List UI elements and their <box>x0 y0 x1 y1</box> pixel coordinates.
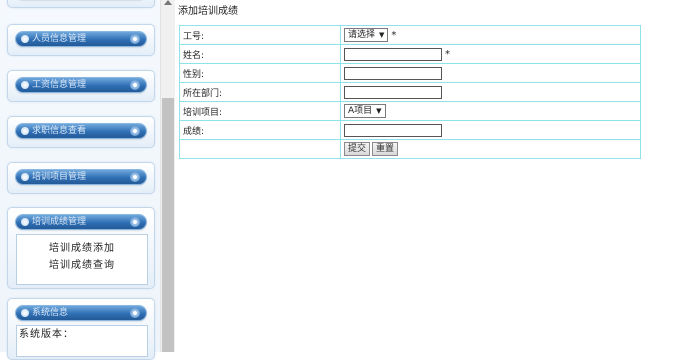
toggle-icon[interactable] <box>130 126 140 136</box>
menu-block-training-score: 培训成绩管理 培训成绩添加 培训成绩查询 <box>7 207 155 289</box>
bullet-icon <box>21 173 29 181</box>
form-row-project: 培训项目: A项目 ▼ <box>179 101 641 121</box>
toggle-icon[interactable] <box>130 34 140 44</box>
reset-button[interactable]: 重置 <box>372 142 399 156</box>
menu-block-salary: 工资信息管理 <box>7 70 155 102</box>
page-title: 添加培训成绩 <box>178 6 238 17</box>
employee-id-select[interactable]: 请选择 ▼ <box>344 28 389 42</box>
submenu-panel: 培训成绩添加 培训成绩查询 <box>16 234 148 285</box>
employee-id-label: 工号: <box>179 25 341 45</box>
toggle-icon[interactable] <box>130 80 140 90</box>
toggle-icon[interactable] <box>130 308 140 318</box>
menu-block-system-info: 系统信息 系统版本： <box>7 298 155 360</box>
form-row-name: 姓名: * <box>179 44 641 64</box>
submit-button[interactable]: 提交 <box>344 142 371 156</box>
submenu-item-query-score[interactable]: 培训成绩查询 <box>17 257 147 274</box>
bullet-icon <box>21 35 29 43</box>
project-select-value: A项目 <box>348 106 373 116</box>
name-cell: * <box>340 44 641 64</box>
scroll-up-arrow-icon[interactable] <box>164 0 172 5</box>
form-row-department: 所在部门: <box>179 82 641 102</box>
menu-button-jobseeker[interactable]: 求职信息查看 <box>16 124 146 138</box>
menu-button-personnel[interactable]: 人员信息管理 <box>16 32 146 46</box>
menu-label: 培训项目管理 <box>32 172 87 182</box>
menu-label: 培训成绩管理 <box>32 217 87 227</box>
menu-button-salary[interactable]: 工资信息管理 <box>16 78 146 92</box>
sidebar-scrollbar[interactable] <box>160 0 175 352</box>
submenu-item-add-score[interactable]: 培训成绩添加 <box>17 240 147 257</box>
menu-block-personnel: 人员信息管理 <box>7 24 155 56</box>
menu-block-jobseeker: 求职信息查看 <box>7 116 155 148</box>
system-version-label: 系统版本： <box>19 329 74 340</box>
gender-label: 性别: <box>179 63 341 83</box>
sidebar: 人员信息管理 工资信息管理 求职信息查看 培训项目管理 培训成绩管理 培训成绩添… <box>0 0 160 360</box>
bullet-icon <box>21 127 29 135</box>
department-label: 所在部门: <box>179 82 341 102</box>
score-form-table: 工号: 请选择▼ * 姓名: * 性别: 所在部门: 培训项目: A项目▼ <box>179 25 641 159</box>
project-label: 培训项目: <box>179 101 341 121</box>
score-input[interactable] <box>344 123 442 137</box>
scrollbar-thumb[interactable] <box>162 98 174 352</box>
menu-button-training-project[interactable]: 培训项目管理 <box>16 170 146 184</box>
form-row-gender: 性别: <box>179 63 641 83</box>
department-input[interactable] <box>344 85 442 99</box>
menu-label: 人员信息管理 <box>32 34 87 44</box>
form-row-score: 成绩: <box>179 120 641 140</box>
project-cell: A项目 ▼ <box>340 101 641 121</box>
department-cell <box>340 82 641 102</box>
bullet-icon <box>21 81 29 89</box>
submenu-panel: 系统版本： <box>16 325 148 357</box>
menu-button-training-score[interactable]: 培训成绩管理 <box>16 215 146 229</box>
actions-empty-cell <box>179 139 341 159</box>
toggle-icon[interactable] <box>130 217 140 227</box>
required-mark: * <box>391 29 397 41</box>
employee-id-select-value: 请选择 <box>348 30 376 40</box>
required-mark: * <box>445 48 450 60</box>
form-row-actions: 提交 重置 <box>179 139 641 159</box>
chevron-down-icon: ▼ <box>379 31 385 39</box>
gender-input[interactable] <box>344 66 442 80</box>
name-input[interactable] <box>344 47 442 61</box>
actions-cell: 提交 重置 <box>340 139 641 159</box>
menu-block-training-project: 培训项目管理 <box>7 162 155 194</box>
score-cell <box>340 120 641 140</box>
menu-label: 求职信息查看 <box>32 126 87 136</box>
menu-label: 工资信息管理 <box>32 80 87 90</box>
chevron-down-icon: ▼ <box>376 107 382 115</box>
menu-block-top-partial <box>7 0 155 8</box>
menu-button-system-info[interactable]: 系统信息 <box>16 306 146 320</box>
bullet-icon <box>21 218 29 226</box>
bullet-icon <box>21 309 29 317</box>
menu-label: 系统信息 <box>32 308 69 318</box>
toggle-icon[interactable] <box>130 172 140 182</box>
gender-cell <box>340 63 641 83</box>
form-row-employee-id: 工号: 请选择 ▼ * <box>179 25 641 45</box>
employee-id-cell: 请选择 ▼ * <box>340 25 641 45</box>
name-label: 姓名: <box>179 44 341 64</box>
score-label: 成绩: <box>179 120 341 140</box>
project-select[interactable]: A项目 ▼ <box>344 104 386 118</box>
